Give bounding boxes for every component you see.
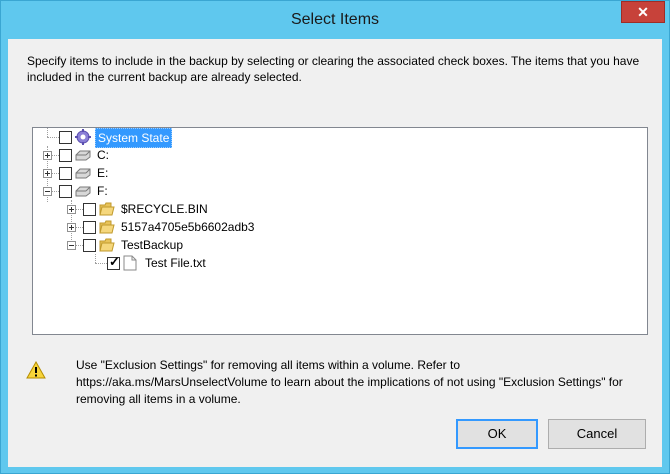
tree-item-label: System State — [95, 128, 173, 148]
tree-item-label: $RECYCLE.BIN — [121, 202, 208, 216]
drive-icon — [75, 150, 91, 161]
tree-item-label: C: — [97, 148, 109, 162]
tree-item-folder-5157[interactable]: 5157a4705e5b6602adb3 — [33, 218, 333, 236]
drive-icon — [75, 186, 91, 197]
select-items-dialog: Select Items ✕ Specify items to include … — [0, 0, 670, 474]
drive-icon — [75, 168, 91, 179]
folder-icon — [99, 202, 115, 216]
tree-item-drive-e[interactable]: E: — [33, 164, 233, 182]
checkbox-testbackup[interactable] — [83, 239, 96, 252]
tree-item-system-state[interactable]: System State — [33, 128, 233, 148]
backup-items-tree[interactable]: System State C: E: F: $RECYCLE.BIN 5157a… — [32, 127, 648, 335]
title-bar[interactable]: Select Items ✕ — [1, 1, 669, 39]
close-button[interactable]: ✕ — [621, 1, 665, 23]
instructions-text: Specify items to include in the backup b… — [27, 54, 640, 84]
collapse-toggle[interactable] — [67, 241, 76, 250]
tree-item-label: 5157a4705e5b6602adb3 — [121, 220, 255, 234]
checkbox-system-state[interactable] — [59, 131, 72, 144]
tree-item-test-file[interactable]: ✓ Test File.txt — [33, 254, 293, 272]
collapse-toggle[interactable] — [43, 187, 52, 196]
expand-toggle[interactable] — [67, 223, 76, 232]
tree-item-label: TestBackup — [121, 238, 184, 252]
checkbox-drive-c[interactable] — [59, 149, 72, 162]
checkbox-folder-5157[interactable] — [83, 221, 96, 234]
tree-item-testbackup[interactable]: TestBackup — [33, 236, 293, 254]
dialog-body: Specify items to include in the backup b… — [8, 39, 662, 467]
text-file-icon — [123, 255, 137, 271]
warning-icon — [26, 361, 46, 379]
cancel-button[interactable]: Cancel — [548, 419, 646, 449]
expand-toggle[interactable] — [43, 151, 52, 160]
tree-item-label: Test File.txt — [145, 256, 206, 270]
ok-button[interactable]: OK — [456, 419, 538, 449]
checkbox-drive-e[interactable] — [59, 167, 72, 180]
expand-toggle[interactable] — [43, 169, 52, 178]
tree-item-recycle-bin[interactable]: $RECYCLE.BIN — [33, 200, 293, 218]
expand-toggle[interactable] — [67, 205, 76, 214]
folder-icon — [99, 220, 115, 234]
tree-item-label: F: — [97, 184, 108, 198]
checkbox-drive-f[interactable] — [59, 185, 72, 198]
cancel-button-label: Cancel — [576, 426, 618, 441]
system-state-gear-icon — [75, 129, 91, 145]
tree-item-drive-f[interactable]: F: — [33, 182, 233, 200]
checkbox-test-file[interactable]: ✓ — [107, 255, 120, 270]
checkbox-recycle-bin[interactable] — [83, 203, 96, 216]
tree-item-label: E: — [97, 166, 109, 180]
folder-icon — [99, 238, 115, 252]
dialog-title: Select Items — [290, 11, 380, 28]
ok-button-label: OK — [487, 426, 507, 441]
exclusion-settings-warning: Use "Exclusion Settings" for removing al… — [76, 358, 623, 406]
tree-item-drive-c[interactable]: C: — [33, 146, 233, 164]
